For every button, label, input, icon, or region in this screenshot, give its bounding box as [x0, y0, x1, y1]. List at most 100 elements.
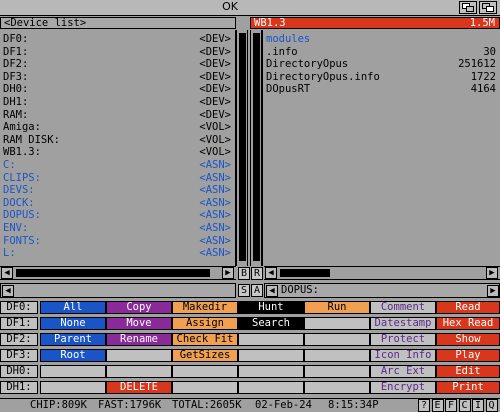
- device-list-item[interactable]: DH0: <DEV>: [3, 84, 231, 94]
- left-file-list[interactable]: DF0: <DEV> DF1: <DEV> DF2: <DEV> DF3: <DEV> DH0:…: [0, 30, 236, 266]
- drive-button-dh0[interactable]: DH0:: [0, 365, 38, 378]
- device-list-item[interactable]: DOPUS: <ASN>: [3, 210, 231, 220]
- device-list-item[interactable]: RAM DISK: <VOL>: [3, 135, 231, 145]
- device-list-item[interactable]: WB1.3: <VOL>: [3, 147, 231, 157]
- status-gadget-e[interactable]: E: [431, 399, 444, 412]
- device-list-item[interactable]: DH1: <DEV>: [3, 97, 231, 107]
- empty-button[interactable]: [304, 349, 370, 362]
- move-button[interactable]: Move: [106, 317, 172, 330]
- device-list-item[interactable]: DF0: <DEV>: [3, 34, 231, 44]
- arc-ext-button[interactable]: Arc Ext: [370, 365, 436, 378]
- assign-button[interactable]: Assign: [172, 317, 238, 330]
- empty-button[interactable]: [238, 333, 304, 346]
- icon-info-button[interactable]: Icon Info: [370, 349, 436, 362]
- file-list-item[interactable]: modules: [266, 34, 496, 44]
- empty-button[interactable]: [40, 365, 106, 378]
- empty-button[interactable]: [238, 365, 304, 378]
- file-list-item[interactable]: DirectoryOpus 251612: [266, 59, 496, 69]
- empty-button[interactable]: [172, 365, 238, 378]
- status-gadget-i[interactable]: I: [472, 399, 484, 412]
- empty-button[interactable]: [238, 381, 304, 394]
- right-horizontal-scrollbar[interactable]: ◀ ▶: [264, 266, 500, 280]
- status-gadget-help[interactable]: ?: [418, 399, 430, 412]
- right-scroll-thumb[interactable]: [253, 33, 260, 261]
- empty-button[interactable]: [106, 365, 172, 378]
- read-button[interactable]: Read: [436, 301, 500, 314]
- file-list-item[interactable]: .info 30: [266, 46, 496, 56]
- datestamp-button[interactable]: Datestamp: [370, 317, 436, 330]
- empty-button[interactable]: [304, 365, 370, 378]
- all-button[interactable]: All: [40, 301, 106, 314]
- select-button[interactable]: S: [238, 284, 250, 297]
- depth-back-button[interactable]: [459, 1, 477, 14]
- edit-button[interactable]: Edit: [436, 365, 500, 378]
- buffer-button[interactable]: B: [238, 267, 250, 280]
- title-bar[interactable]: OK: [0, 0, 500, 16]
- search-button[interactable]: Search: [238, 317, 304, 330]
- depth-front-button[interactable]: [479, 1, 497, 14]
- getsizes-button[interactable]: GetSizes: [172, 349, 238, 362]
- empty-button[interactable]: [304, 317, 370, 330]
- right-hscroll-thumb[interactable]: [280, 269, 330, 277]
- device-list-item[interactable]: Amiga: <VOL>: [3, 122, 231, 132]
- device-list-item[interactable]: ENV: <ASN>: [3, 223, 231, 233]
- file-list-item[interactable]: DirectoryOpus.info 1722: [266, 72, 496, 82]
- device-list-item[interactable]: DF2: <DEV>: [3, 59, 231, 69]
- makedir-button[interactable]: Makedir: [172, 301, 238, 314]
- left-vertical-scrollbar[interactable]: [236, 30, 248, 266]
- hex-read-button[interactable]: Hex Read: [436, 317, 500, 330]
- run-button[interactable]: Run: [304, 301, 370, 314]
- right-path-end-arrow-icon[interactable]: ▶: [487, 285, 499, 297]
- left-scroll-thumb[interactable]: [239, 33, 246, 261]
- drive-button-dh1[interactable]: DH1:: [0, 381, 38, 394]
- left-hscroll-thumb[interactable]: [16, 269, 210, 277]
- print-button[interactable]: Print: [436, 381, 500, 394]
- show-button[interactable]: Show: [436, 333, 500, 346]
- parent-button[interactable]: Parent: [40, 333, 106, 346]
- right-scroll-right-icon[interactable]: ▶: [486, 267, 498, 279]
- hunt-button[interactable]: Hunt: [238, 301, 304, 314]
- left-panel-header[interactable]: <Device list>: [0, 17, 236, 29]
- device-list-item[interactable]: C: <ASN>: [3, 160, 231, 170]
- root-button[interactable]: Root: [40, 349, 106, 362]
- left-scroll-left-icon[interactable]: ◀: [1, 267, 13, 279]
- right-path-arrow-icon[interactable]: ◀: [266, 285, 278, 297]
- empty-button[interactable]: [304, 381, 370, 394]
- file-list-item[interactable]: DOpusRT 4164: [266, 84, 496, 94]
- rename-button[interactable]: Rename: [106, 333, 172, 346]
- device-list-item[interactable]: L: <ASN>: [3, 248, 231, 258]
- empty-button[interactable]: [238, 349, 304, 362]
- device-list-item[interactable]: DOCK: <ASN>: [3, 198, 231, 208]
- reread-button[interactable]: R: [251, 267, 263, 280]
- comment-button[interactable]: Comment: [370, 301, 436, 314]
- status-gadget-q[interactable]: Q: [485, 399, 498, 412]
- device-list-item[interactable]: RAM: <DEV>: [3, 109, 231, 119]
- right-vertical-scrollbar[interactable]: [250, 30, 262, 266]
- empty-button[interactable]: [106, 349, 172, 362]
- device-list-item[interactable]: CLIPS: <ASN>: [3, 172, 231, 182]
- left-path-arrow-icon[interactable]: ◀: [2, 285, 14, 297]
- status-gadget-f[interactable]: F: [445, 399, 457, 412]
- check-fit-button[interactable]: Check Fit: [172, 333, 238, 346]
- protect-button[interactable]: Protect: [370, 333, 436, 346]
- delete-button[interactable]: DELETE: [106, 381, 172, 394]
- left-path-field[interactable]: ◀: [0, 283, 236, 298]
- status-gadget-c[interactable]: C: [458, 399, 471, 412]
- device-list-item[interactable]: DF3: <DEV>: [3, 72, 231, 82]
- play-button[interactable]: Play: [436, 349, 500, 362]
- empty-button[interactable]: [172, 381, 238, 394]
- drive-button-df2[interactable]: DF2:: [0, 333, 38, 346]
- empty-button[interactable]: [40, 381, 106, 394]
- left-scroll-right-icon[interactable]: ▶: [222, 267, 234, 279]
- none-button[interactable]: None: [40, 317, 106, 330]
- device-list-item[interactable]: DF1: <DEV>: [3, 46, 231, 56]
- device-list-item[interactable]: DEVS: <ASN>: [3, 185, 231, 195]
- device-list-item[interactable]: FONTS: <ASN>: [3, 235, 231, 245]
- empty-button[interactable]: [304, 333, 370, 346]
- right-scroll-left-icon[interactable]: ◀: [265, 267, 277, 279]
- right-file-list[interactable]: modules .info 30 DirectoryOpus 251612 Directo…: [262, 30, 500, 266]
- left-horizontal-scrollbar[interactable]: ◀ ▶: [0, 266, 236, 280]
- encrypt-button[interactable]: Encrypt: [370, 381, 436, 394]
- all-toggle-button[interactable]: A: [251, 284, 263, 297]
- drive-button-df1[interactable]: DF1:: [0, 317, 38, 330]
